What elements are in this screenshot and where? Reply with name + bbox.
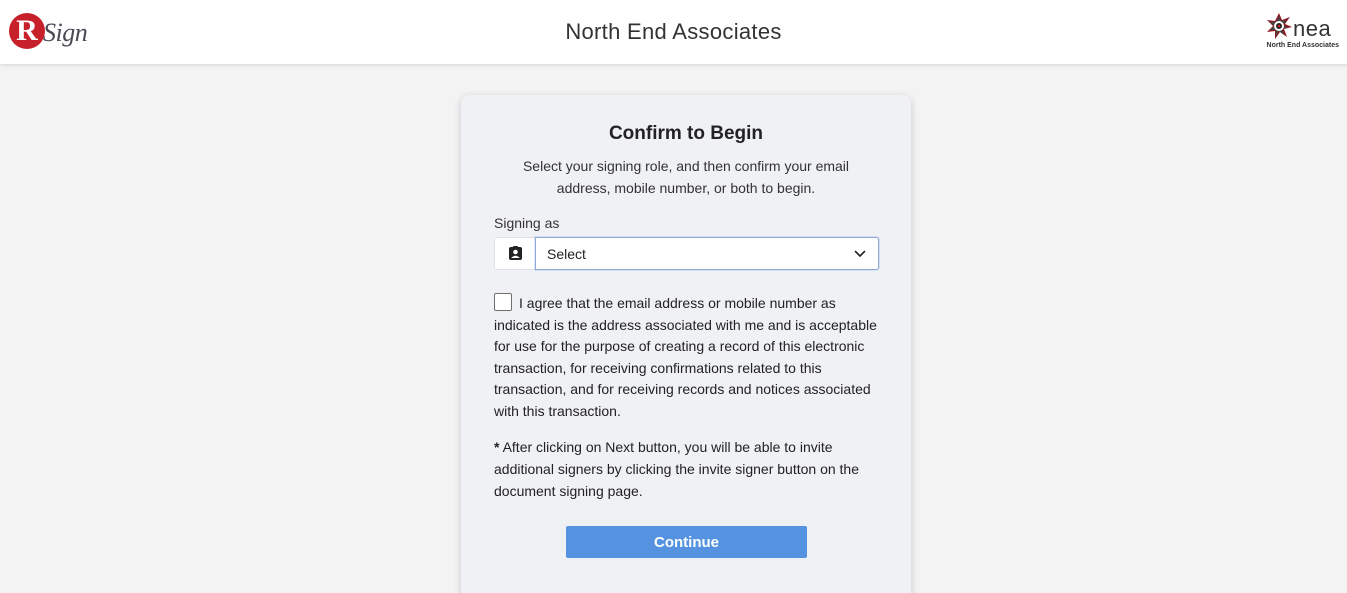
contact-card-icon (494, 237, 535, 270)
company-logo-mark-icon (1267, 13, 1292, 39)
signing-role-select[interactable]: Select (535, 237, 879, 270)
rsign-logo: R Sign (9, 10, 89, 54)
page-title: North End Associates (565, 19, 782, 44)
rsign-logo-letter: R (16, 14, 38, 47)
agree-terms-text: I agree that the email address or mobile… (494, 295, 877, 419)
signing-as-label: Signing as (494, 215, 560, 231)
company-logo: nea North End Associates (1265, 12, 1339, 52)
note-text: After clicking on Next button, you will … (494, 439, 859, 499)
agree-terms-row: I agree that the email address or mobile… (494, 293, 879, 423)
confirm-card: Confirm to Begin Select your signing rol… (461, 95, 911, 593)
chevron-down-icon (854, 250, 866, 257)
rsign-logo-word: Sign (43, 18, 88, 47)
signing-role-select-value: Select (547, 245, 586, 262)
card-title: Confirm to Begin (608, 123, 764, 144)
signing-role-group: Select (494, 237, 879, 270)
company-logo-subtitle: North End Associates (1266, 42, 1339, 49)
invite-signer-note: * After clicking on Next button, you wil… (494, 436, 879, 502)
agree-checkbox[interactable] (494, 293, 512, 311)
company-logo-word: nea (1293, 16, 1332, 41)
continue-button[interactable]: Continue (566, 526, 807, 558)
card-subtitle: Select your signing role, and then confi… (522, 158, 850, 196)
top-header: R Sign North End Associates nea North En… (0, 0, 1347, 64)
